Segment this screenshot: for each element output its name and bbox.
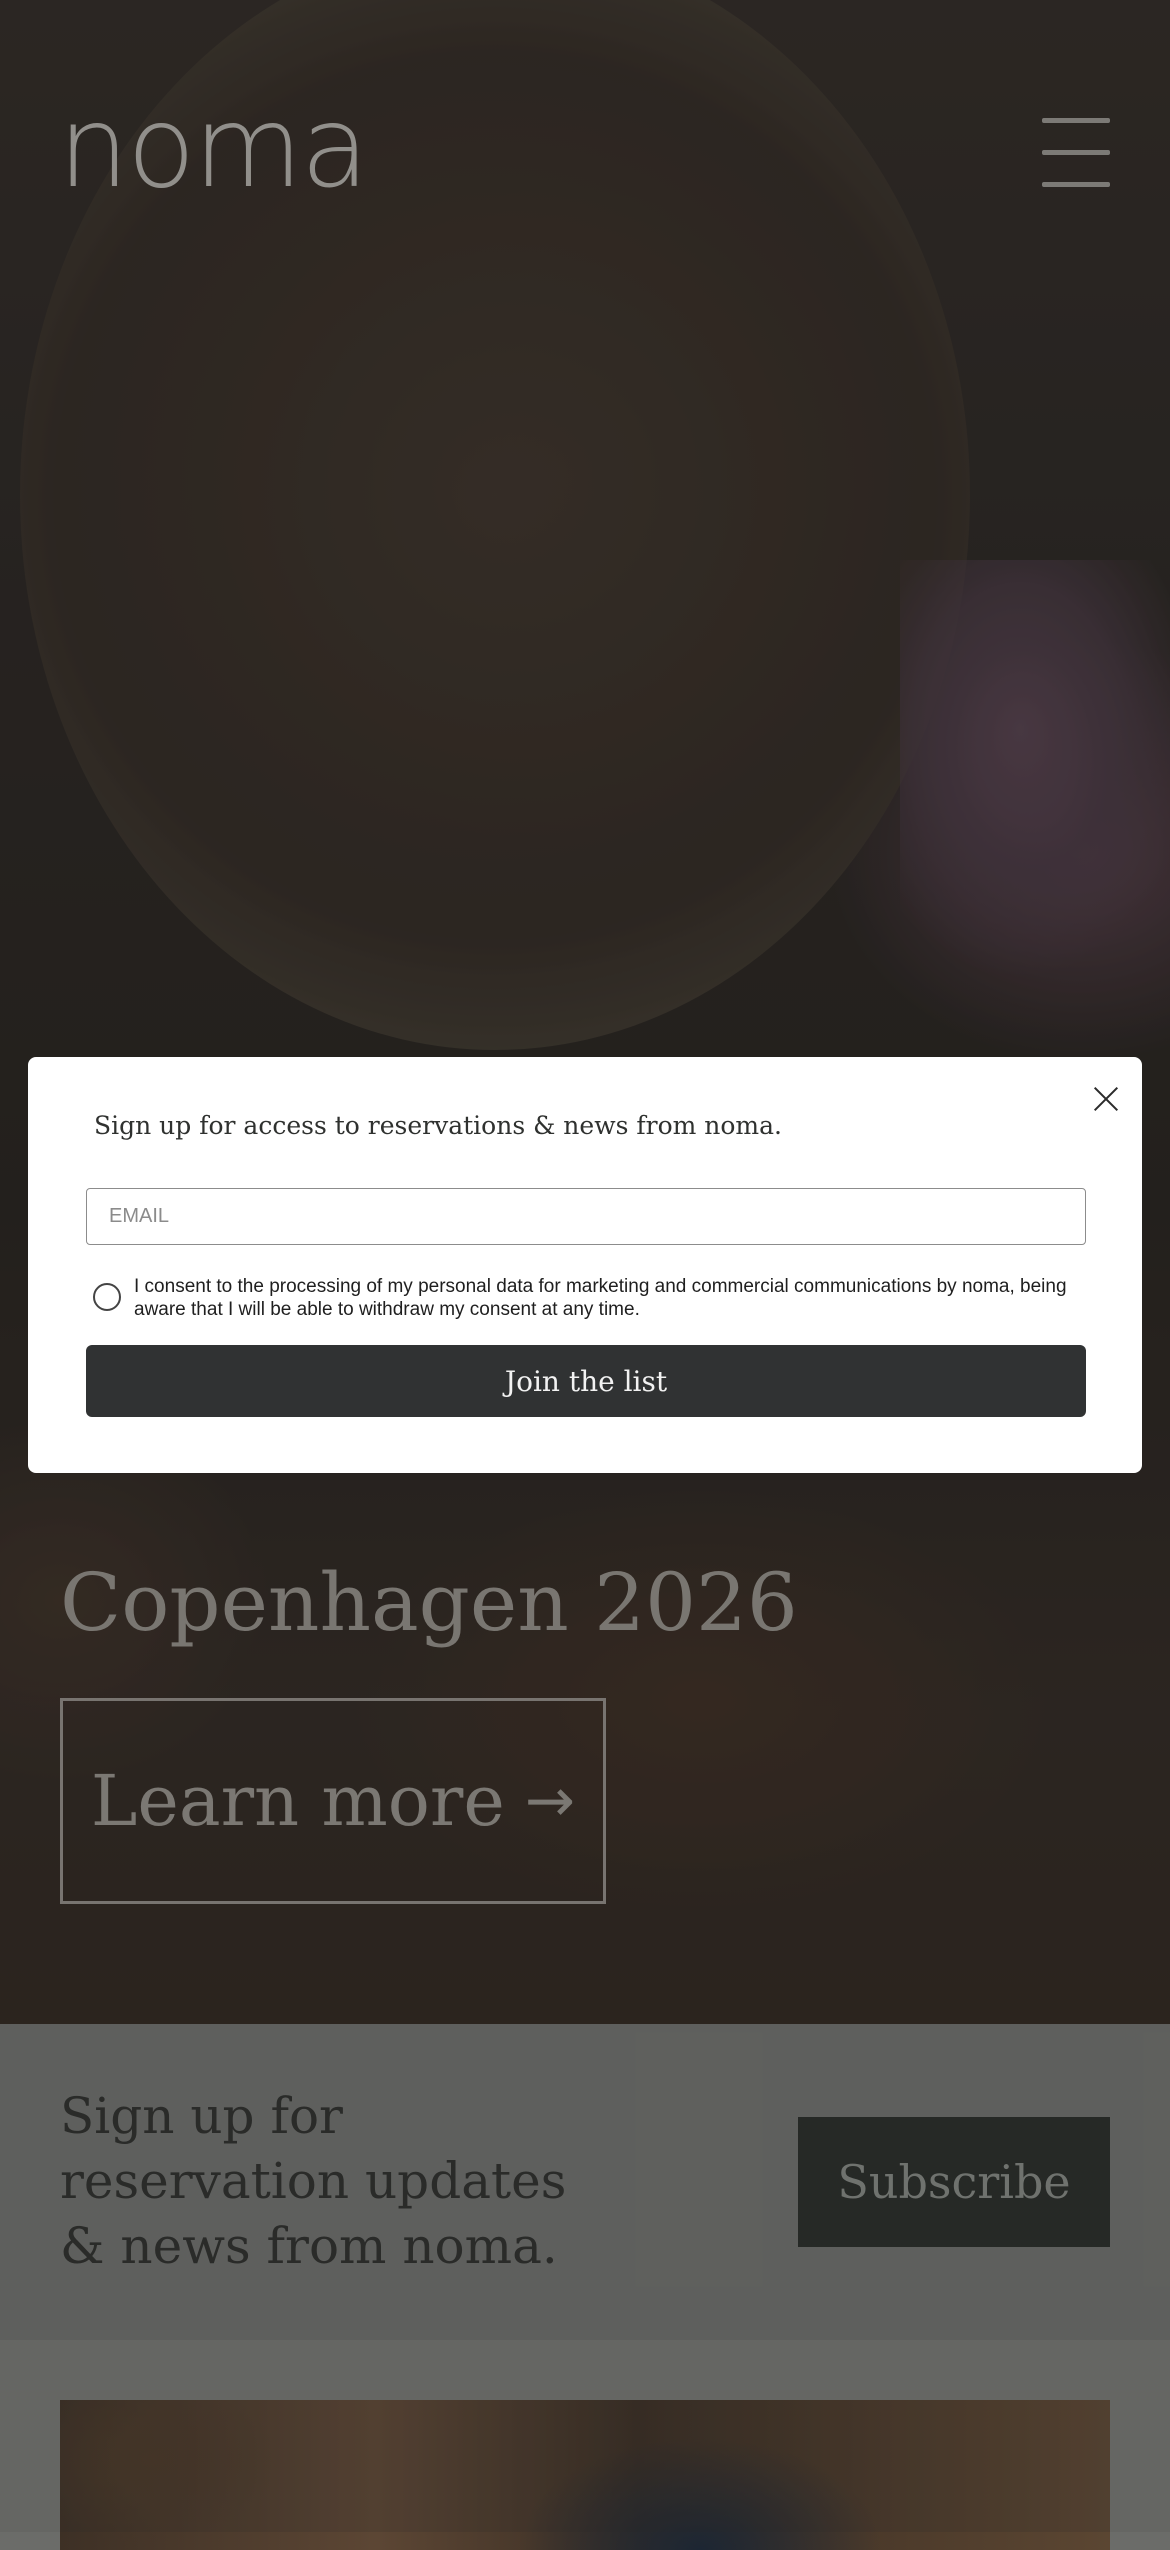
modal-title: Sign up for access to reservations & new… [94,1111,782,1140]
consent-text: I consent to the processing of my person… [134,1276,1067,1320]
modal-close-button[interactable] [1088,1081,1124,1117]
join-list-button[interactable]: Join the list [86,1345,1086,1417]
email-input[interactable] [86,1188,1086,1245]
signup-modal: Sign up for access to reservations & new… [28,1057,1142,1473]
consent-checkbox[interactable] [93,1283,121,1311]
